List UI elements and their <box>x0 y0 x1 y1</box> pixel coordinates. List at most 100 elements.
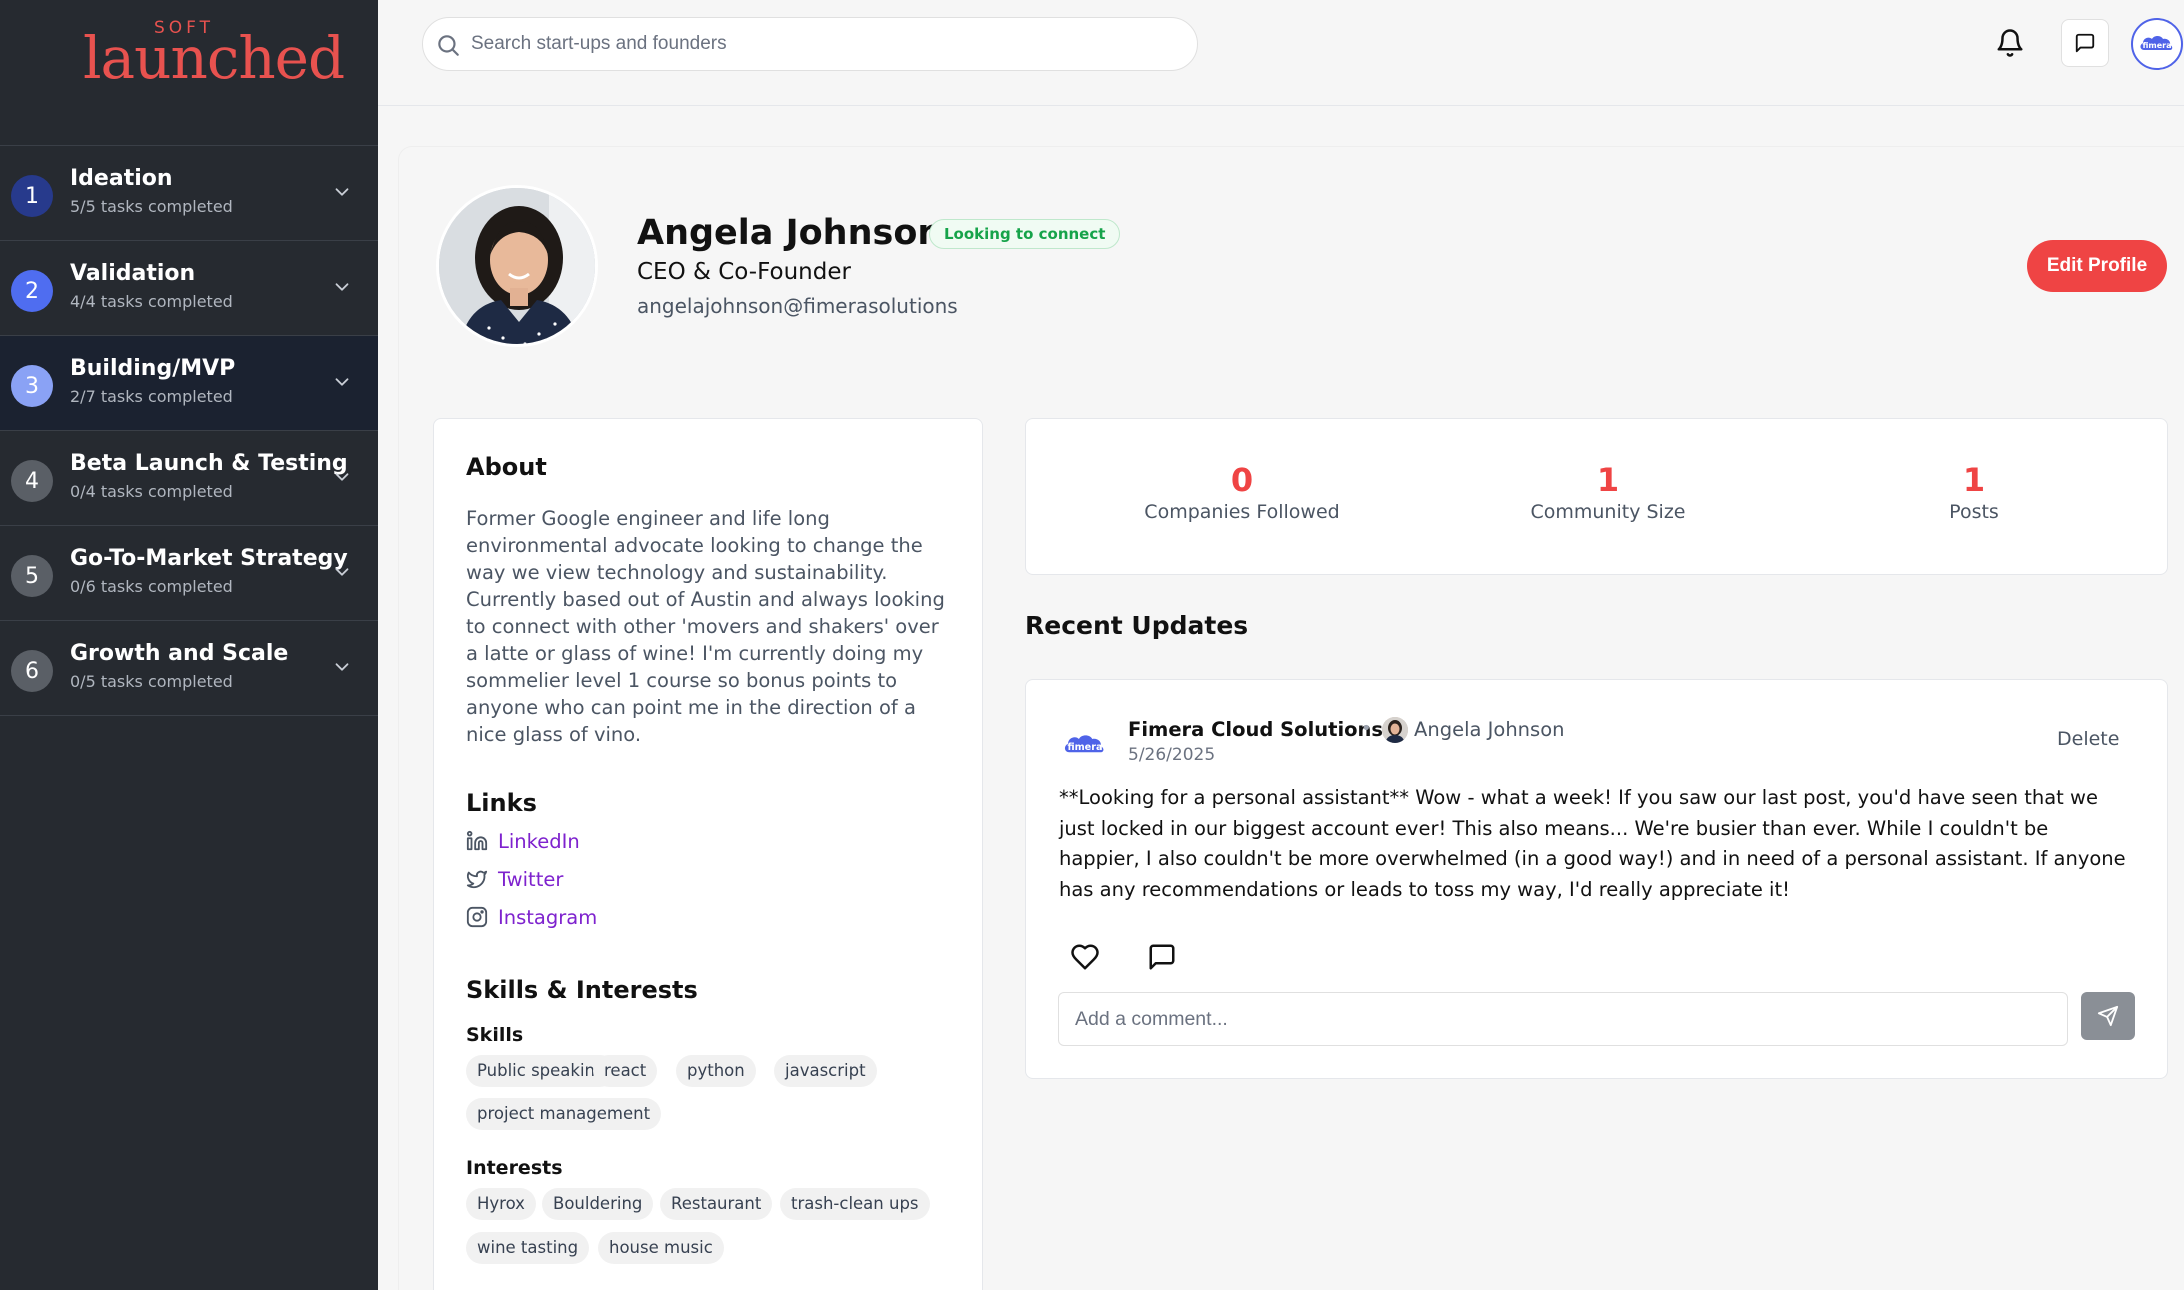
stage-item-5[interactable]: 5 Go-To-Market Strategy 0/6 tasks complete… <box>0 526 378 621</box>
recent-updates-heading: Recent Updates <box>1025 611 1249 640</box>
stat-value: 0 <box>1230 461 1254 499</box>
about-text: Former Google engineer and life long env… <box>466 507 945 746</box>
stage-number: 5 <box>11 555 53 597</box>
search-bar[interactable] <box>422 17 1198 71</box>
svg-text:fimera: fimera <box>1067 742 1102 753</box>
stage-number: 2 <box>11 270 53 312</box>
profile-name: Angela Johnson <box>637 213 943 253</box>
profile-main: Angela Johnson Looking to connect CEO & … <box>398 146 2184 1290</box>
author-avatar <box>1382 717 1408 743</box>
skills-interests-heading: Skills & Interests <box>466 976 698 1004</box>
interest-tag: Bouldering <box>542 1188 654 1220</box>
stage-title: Go-To-Market Strategy <box>70 546 348 571</box>
about-card: About Former Google engineer and life lo… <box>433 418 983 1290</box>
link-linkedin[interactable]: LinkedIn <box>466 827 580 855</box>
brand-logo[interactable]: SOFT launched <box>0 0 378 146</box>
heart-icon[interactable] <box>1070 942 1100 972</box>
stage-item-6[interactable]: 6 Growth and Scale 0/5 tasks completed <box>0 621 378 716</box>
brand-main-text: launched <box>83 24 345 92</box>
stage-number: 4 <box>11 460 53 502</box>
search-icon <box>438 35 459 56</box>
stage-item-1[interactable]: 1 Ideation 5/5 tasks completed <box>0 146 378 241</box>
skill-tag: project management <box>466 1098 662 1130</box>
stage-number: 3 <box>11 365 53 407</box>
send-comment-button[interactable] <box>2081 992 2135 1040</box>
post-company-name[interactable]: Fimera Cloud Solutions <box>1128 718 1383 741</box>
stat-community-size: 1 Community Size <box>1458 461 1758 523</box>
stage-title: Ideation <box>70 166 173 191</box>
link-label: Twitter <box>498 867 564 891</box>
links-heading: Links <box>466 789 537 817</box>
stage-item-3[interactable]: 3 Building/MVP 2/7 tasks completed <box>0 336 378 431</box>
stats-card: 0 Companies Followed 1 Community Size 1 … <box>1025 418 2168 575</box>
stat-companies-followed: 0 Companies Followed <box>1092 461 1392 523</box>
linkedin-icon <box>466 830 488 851</box>
post-author-name[interactable]: Angela Johnson <box>1414 718 1565 741</box>
link-instagram[interactable]: Instagram <box>466 903 597 931</box>
stat-posts: 1 Posts <box>1824 461 2124 523</box>
comment-icon[interactable] <box>1147 942 1177 972</box>
chevron-down-icon[interactable] <box>331 656 353 678</box>
separator-dot: • <box>1361 718 1372 739</box>
company-logo-icon: fimera <box>1064 735 1104 753</box>
stage-progress: 5/5 tasks completed <box>70 197 233 216</box>
profile-photo <box>436 185 598 347</box>
post-body: **Looking for a personal assistant** Wow… <box>1059 786 2126 901</box>
edit-profile-button[interactable]: Edit Profile <box>2027 240 2167 292</box>
interest-tag: Hyrox <box>466 1188 536 1220</box>
skill-tag: react <box>593 1055 658 1087</box>
interest-tag: wine tasting <box>466 1232 590 1264</box>
stat-label: Companies Followed <box>1144 501 1340 523</box>
top-bar: fimera <box>378 0 2184 106</box>
post-date: 5/26/2025 <box>1128 745 1216 765</box>
about-heading: About <box>466 453 547 481</box>
interest-tag: house music <box>598 1232 724 1264</box>
link-label: LinkedIn <box>498 829 580 853</box>
chevron-down-icon[interactable] <box>331 466 353 488</box>
interests-label: Interests <box>466 1157 563 1179</box>
stage-title: Growth and Scale <box>70 641 289 666</box>
stat-label: Posts <box>1949 501 1999 523</box>
stat-value: 1 <box>1962 461 1986 499</box>
chevron-down-icon[interactable] <box>331 181 353 203</box>
link-label: Instagram <box>498 905 598 929</box>
interest-tag: Restaurant <box>660 1188 773 1220</box>
skill-tag: python <box>676 1055 756 1087</box>
post-card: fimera Fimera Cloud Solutions • Angela J… <box>1025 679 2168 1079</box>
chevron-down-icon[interactable] <box>331 371 353 393</box>
stage-progress: 0/5 tasks completed <box>70 672 233 691</box>
stage-progress: 0/6 tasks completed <box>70 577 233 596</box>
company-logo-icon: fimera <box>2140 36 2173 50</box>
company-logo[interactable]: fimera <box>1060 720 1110 770</box>
comment-input[interactable] <box>1058 992 2068 1046</box>
svg-text:fimera: fimera <box>2142 41 2171 50</box>
stage-progress: 4/4 tasks completed <box>70 292 233 311</box>
send-icon <box>2097 1005 2119 1027</box>
user-avatar[interactable]: fimera <box>2131 18 2183 70</box>
link-twitter[interactable]: Twitter <box>466 865 563 893</box>
delete-post-button[interactable]: Delete <box>2057 728 2119 750</box>
skills-label: Skills <box>466 1024 524 1046</box>
profile-email: angelajohnson@fimerasolutions <box>637 294 958 318</box>
messages-button[interactable] <box>2061 19 2109 67</box>
stage-number: 1 <box>11 175 53 217</box>
stage-title: Validation <box>70 261 196 286</box>
stage-progress: 0/4 tasks completed <box>70 482 233 501</box>
status-badge: Looking to connect <box>929 219 1121 249</box>
chevron-down-icon[interactable] <box>331 276 353 298</box>
skill-tag: javascript <box>774 1055 877 1087</box>
interest-tag: trash-clean ups <box>780 1188 930 1220</box>
instagram-icon <box>466 906 488 928</box>
stage-item-2[interactable]: 2 Validation 4/4 tasks completed <box>0 241 378 336</box>
stat-label: Community Size <box>1530 501 1686 523</box>
bell-icon[interactable] <box>1995 28 2025 58</box>
message-square-icon <box>2075 33 2095 53</box>
search-input[interactable] <box>471 26 1171 62</box>
twitter-icon <box>466 870 488 889</box>
stage-title: Building/MVP <box>70 356 236 381</box>
stage-progress: 2/7 tasks completed <box>70 387 233 406</box>
stage-item-4[interactable]: 4 Beta Launch & Testing 0/4 tasks complete… <box>0 431 378 526</box>
profile-role: CEO & Co-Founder <box>637 259 851 285</box>
chevron-down-icon[interactable] <box>331 561 353 583</box>
stage-number: 6 <box>11 650 53 692</box>
